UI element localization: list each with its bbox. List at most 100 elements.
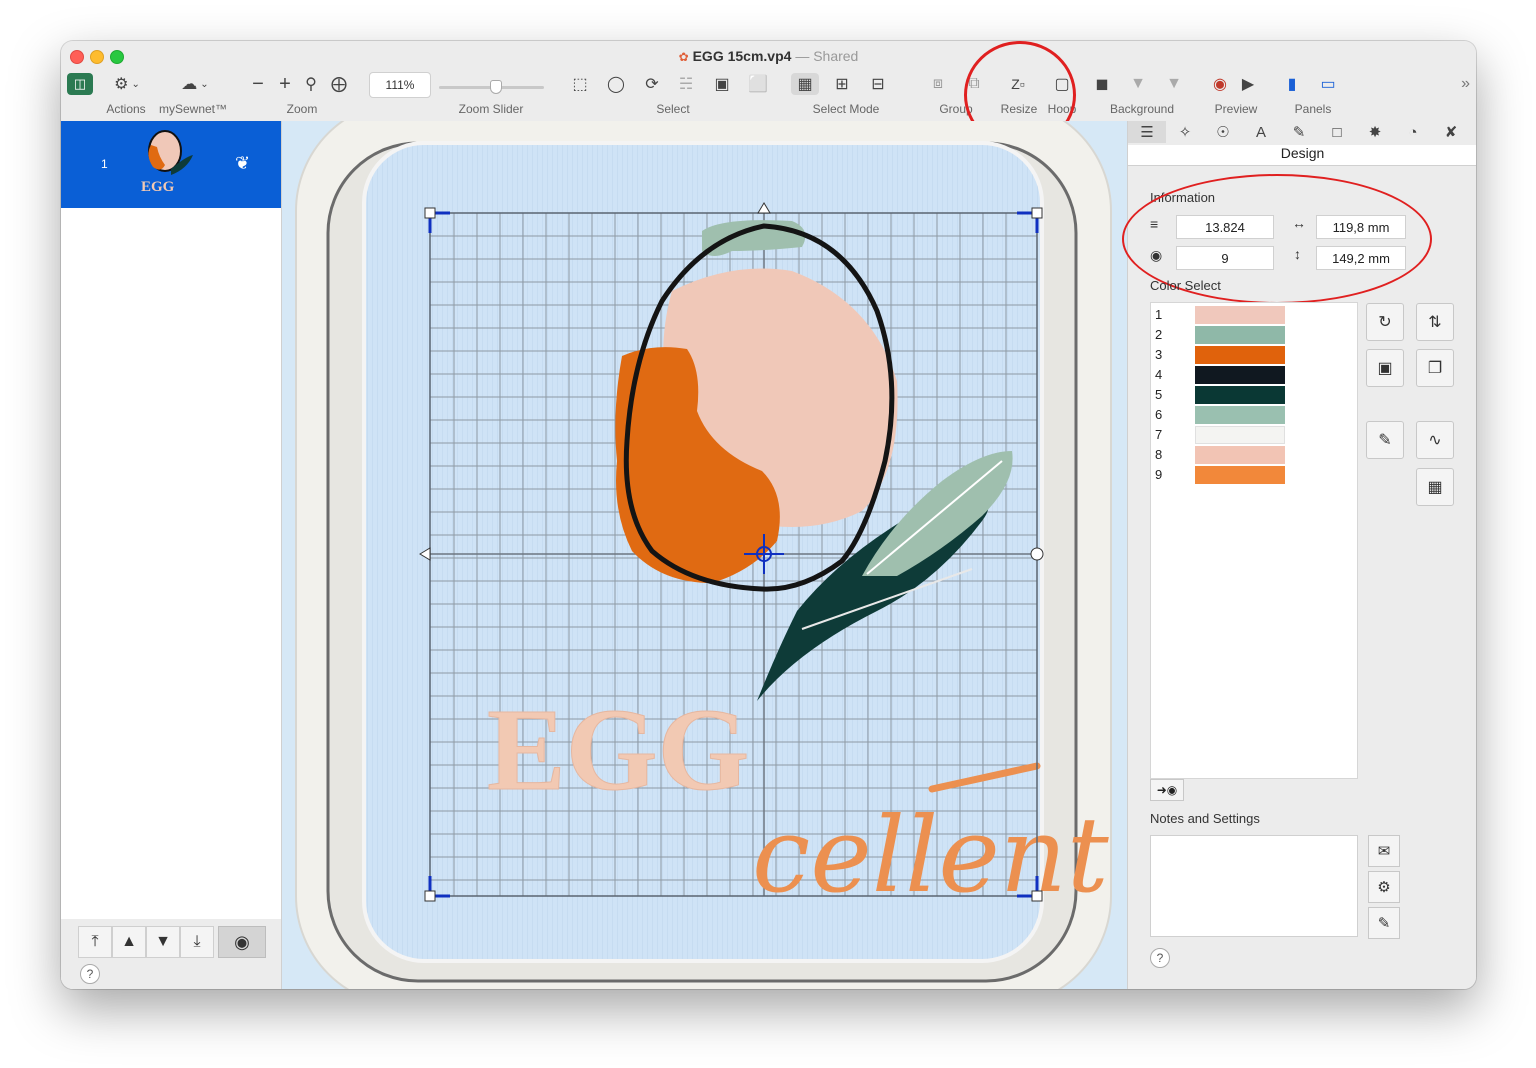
app-window: ✿ EGG 15cm.vp4 — Shared ◫ ⚙ ⌄ Actions ☁ ⌄ … <box>61 41 1476 989</box>
left-help-button[interactable]: ? <box>80 964 100 984</box>
play-preview-icon[interactable]: ▶ <box>1237 73 1259 95</box>
visibility-icon[interactable]: ❦ <box>235 153 250 174</box>
settings-gear-icon[interactable]: ⚙ <box>1368 871 1400 903</box>
zoom-slider-thumb[interactable] <box>490 80 502 94</box>
mirror-button[interactable]: ⇅ <box>1416 303 1454 341</box>
notes-field[interactable] <box>1150 835 1358 937</box>
zoom-box-icon[interactable]: ⚲ <box>301 73 321 95</box>
design-item-number: 1 <box>101 157 108 171</box>
background-label: Background <box>1109 102 1175 116</box>
deselect-icon[interactable]: ⬜ <box>747 73 769 95</box>
tab-text-icon[interactable]: A <box>1242 121 1280 143</box>
select-mode-label: Select Mode <box>812 102 880 116</box>
edit-button[interactable]: ✎ <box>1366 421 1404 459</box>
title-separator: — <box>795 48 810 64</box>
select-all-icon[interactable]: ▣ <box>711 73 733 95</box>
handle-top-right <box>1031 207 1043 219</box>
color-number: 7 <box>1155 427 1163 442</box>
tab-appliqué-icon[interactable]: ☉ <box>1204 121 1242 143</box>
color-row[interactable]: 5 <box>1151 386 1357 404</box>
color-select-list: 1 2 3 4 5 6 7 8 9 <box>1150 302 1358 779</box>
color-row[interactable]: 9 <box>1151 466 1357 484</box>
color-number: 1 <box>1155 307 1163 322</box>
handle-top-left <box>424 207 436 219</box>
background-shirt-alt-icon[interactable]: ▼ <box>1163 73 1185 95</box>
select-mode-remove-icon[interactable]: ⊟ <box>867 73 889 95</box>
point-select-icon[interactable]: ☵ <box>675 73 697 95</box>
tab-paint-icon[interactable]: ✎ <box>1280 121 1318 143</box>
panel-title: Design <box>1128 145 1476 166</box>
color-sort-button[interactable]: ▦ <box>1416 468 1454 506</box>
tab-design-icon[interactable]: ☰ <box>1128 121 1166 143</box>
panel-right-icon[interactable]: ▭ <box>1317 73 1339 95</box>
design-list-item[interactable]: 1 EGG ❦ <box>61 121 281 208</box>
zoom-out-icon[interactable]: − <box>249 73 267 95</box>
tab-edit-icon[interactable]: ✧ <box>1166 121 1204 143</box>
color-row[interactable]: 7 <box>1151 426 1357 444</box>
box-select-icon[interactable]: ⬚ <box>569 73 591 95</box>
design-canvas[interactable]: EGG cellent <box>282 121 1127 989</box>
tab-motif-icon[interactable]: ✸ <box>1356 121 1394 143</box>
duplicate-button[interactable]: ❐ <box>1416 349 1454 387</box>
tab-frame-icon[interactable]: □ <box>1318 121 1356 143</box>
color-row[interactable]: 4 <box>1151 366 1357 384</box>
design-properties-panel: ☰ ✧ ☉ A ✎ □ ✸ ◔ ✘ Design Information ≡ 1… <box>1122 121 1476 989</box>
tab-spiral-icon[interactable]: ◔ <box>1394 121 1432 143</box>
notes-comment-icon[interactable]: ✉ <box>1368 835 1400 867</box>
rotate-handle <box>1030 547 1044 561</box>
center-button[interactable]: ▣ <box>1366 349 1404 387</box>
color-number: 4 <box>1155 367 1163 382</box>
color-swatch <box>1195 326 1285 344</box>
move-up-icon[interactable]: ▲ <box>112 926 146 958</box>
color-wheel-icon[interactable]: ◉ <box>1209 73 1231 95</box>
chevron-down-icon: ⌄ <box>131 78 140 90</box>
stitch-type-button[interactable]: ∿ <box>1416 421 1454 459</box>
zoom-fit-icon[interactable]: ⨁ <box>329 73 349 95</box>
notes-edit-icon[interactable]: ✎ <box>1368 907 1400 939</box>
layer-order-bar: ⤒ ▲ ▼ ⤓ ◉ ? <box>61 919 281 989</box>
move-down-icon[interactable]: ▼ <box>146 926 180 958</box>
zoom-level-field[interactable]: 111% <box>369 72 431 98</box>
color-number: 6 <box>1155 407 1163 422</box>
select-mode-add-icon[interactable]: ⊞ <box>831 73 853 95</box>
lasso-select-icon[interactable]: ◯ <box>605 73 627 95</box>
color-swatch <box>1195 426 1285 444</box>
rotate-45-button[interactable]: ↻ <box>1366 303 1404 341</box>
color-number: 3 <box>1155 347 1163 362</box>
freehand-select-icon[interactable]: ⟳ <box>641 73 663 95</box>
background-fabric-icon[interactable]: ◼ <box>1091 73 1113 95</box>
color-number: 9 <box>1155 467 1163 482</box>
thumbnail-text: EGG <box>141 179 175 195</box>
right-help-button[interactable]: ? <box>1150 948 1170 968</box>
move-to-top-icon[interactable]: ⤒ <box>78 926 112 958</box>
design-thumbnail: EGG <box>141 130 193 195</box>
group-icon[interactable]: ⧈ <box>927 73 949 95</box>
design-list-panel: 1 EGG ❦ ⤒ ▲ ▼ ⤓ ◉ ? <box>61 121 282 989</box>
tab-tools-icon[interactable]: ✘ <box>1432 121 1470 143</box>
color-row[interactable]: 6 <box>1151 406 1357 424</box>
color-row[interactable]: 1 <box>1151 306 1357 324</box>
color-swatch <box>1195 346 1285 364</box>
color-select-label: Color Select <box>1150 278 1221 293</box>
toolbar: ✿ EGG 15cm.vp4 — Shared ◫ ⚙ ⌄ Actions ☁ ⌄ … <box>61 41 1476 149</box>
show-hide-icon[interactable]: ◉ <box>218 926 266 958</box>
color-row[interactable]: 2 <box>1151 326 1357 344</box>
color-row[interactable]: 8 <box>1151 446 1357 464</box>
app-menu-icon[interactable]: ◫ <box>67 73 93 95</box>
color-row[interactable]: 3 <box>1151 346 1357 364</box>
panels-label: Panels <box>1294 102 1332 116</box>
mysewnet-label: mySewnet™ <box>158 102 228 116</box>
zoom-in-icon[interactable]: + <box>276 73 294 95</box>
actions-gear-icon[interactable]: ⚙ ⌄ <box>107 73 147 95</box>
toolbar-overflow-icon[interactable]: » <box>1461 75 1470 93</box>
background-shirt-icon[interactable]: ▼ <box>1127 73 1149 95</box>
panel-tabs: ☰ ✧ ☉ A ✎ □ ✸ ◔ ✘ <box>1128 121 1476 143</box>
panel-left-icon[interactable]: ▮ <box>1281 73 1303 95</box>
cloud-icon[interactable]: ☁ ⌄ <box>174 73 216 95</box>
move-to-bottom-icon[interactable]: ⤓ <box>180 926 214 958</box>
handle-bottom-left <box>424 890 436 902</box>
apply-color-button[interactable]: ➜◉ <box>1150 779 1184 801</box>
zoom-slider-label: Zoom Slider <box>458 102 524 116</box>
select-mode-object-icon[interactable]: ▦ <box>791 73 819 95</box>
design-text-egg: EGG <box>487 684 749 815</box>
